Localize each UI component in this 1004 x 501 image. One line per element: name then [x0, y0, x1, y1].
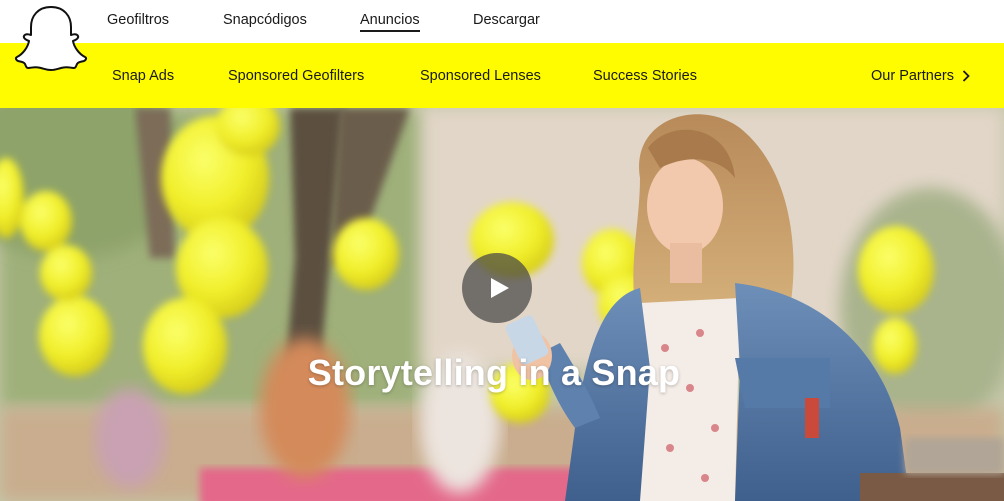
secondary-navigation-bar: Snap Ads Sponsored Geofilters Sponsored … — [0, 43, 1004, 108]
play-icon — [490, 278, 509, 298]
hero-title-text: Storytelling in a Snap — [307, 352, 681, 393]
subnav-item-snap-ads[interactable]: Snap Ads — [112, 67, 174, 85]
chevron-right-icon — [962, 70, 970, 82]
hero-title: Storytelling in a Snap — [0, 352, 1004, 394]
nav-item-geofiltros[interactable]: Geofiltros — [107, 11, 169, 29]
our-partners-label: Our Partners — [871, 68, 954, 84]
subnav-item-sponsored-geofilters[interactable]: Sponsored Geofilters — [228, 67, 364, 85]
hero-video-banner[interactable]: Storytelling in a Snap — [0, 108, 1004, 501]
nav-item-snapcodigos[interactable]: Snapcódigos — [223, 11, 307, 29]
play-video-button[interactable] — [462, 253, 532, 323]
nav-item-anuncios[interactable]: Anuncios — [360, 11, 420, 32]
snapchat-ghost-logo-icon[interactable] — [14, 5, 88, 71]
nav-item-descargar[interactable]: Descargar — [473, 11, 540, 29]
subnav-item-success-stories[interactable]: Success Stories — [593, 67, 697, 85]
top-navigation-bar: Geofiltros Snapcódigos Anuncios Descarga… — [0, 0, 1004, 43]
subnav-item-sponsored-lenses[interactable]: Sponsored Lenses — [420, 67, 541, 85]
our-partners-link[interactable]: Our Partners — [871, 67, 970, 85]
